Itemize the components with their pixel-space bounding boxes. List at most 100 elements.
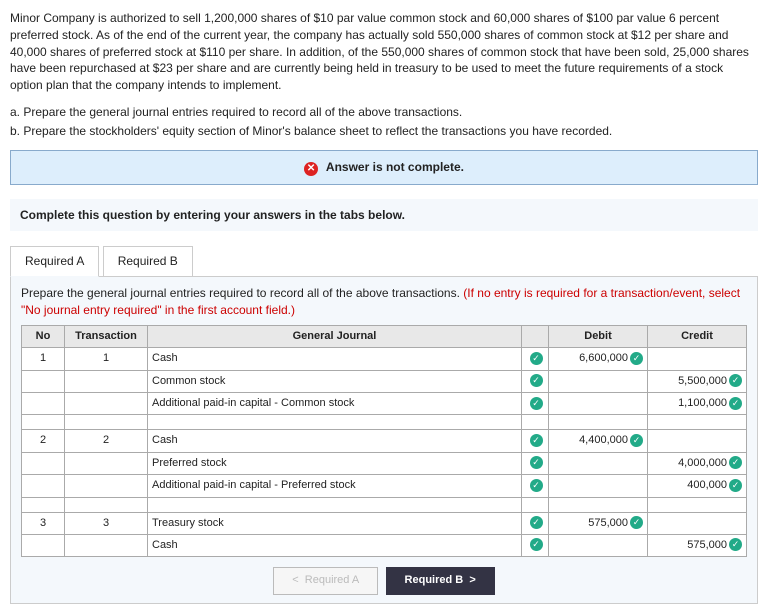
check-icon: ✓ — [729, 456, 742, 469]
cell-check: ✓ — [522, 370, 549, 392]
table-row: Additional paid-in capital - Common stoc… — [22, 392, 747, 414]
cell-debit[interactable]: 6,600,000✓ — [549, 348, 648, 370]
journal-table: No Transaction General Journal Debit Cre… — [21, 325, 747, 558]
cell-check: ✓ — [522, 348, 549, 370]
cell-account[interactable]: Additional paid-in capital - Preferred s… — [148, 475, 522, 497]
nav-next[interactable]: Required B > — [386, 567, 495, 594]
nav-prev-label: Required A — [305, 574, 359, 586]
status-alert: ✕ Answer is not complete. — [10, 150, 758, 185]
nav-buttons: < Required A Required B > — [21, 567, 747, 594]
table-row: 33Treasury stock✓575,000✓ — [22, 512, 747, 534]
cell-txn — [65, 392, 148, 414]
cell-check: ✓ — [522, 534, 549, 556]
cell-account[interactable]: Preferred stock — [148, 452, 522, 474]
check-icon: ✓ — [530, 516, 543, 529]
cell-txn — [65, 534, 148, 556]
cell-no: 2 — [22, 430, 65, 452]
cell-no: 1 — [22, 348, 65, 370]
problem-intro: Minor Company is authorized to sell 1,20… — [10, 10, 758, 94]
table-row: Additional paid-in capital - Preferred s… — [22, 475, 747, 497]
cell-txn: 1 — [65, 348, 148, 370]
cell-debit[interactable]: 4,400,000✓ — [549, 430, 648, 452]
tab-strip: Required A Required B — [10, 245, 758, 276]
col-credit: Credit — [648, 325, 747, 347]
table-row: 11Cash✓6,600,000✓ — [22, 348, 747, 370]
panel-instr-1: Prepare the general journal entries requ… — [21, 286, 463, 300]
cell-debit[interactable] — [549, 452, 648, 474]
cell-account[interactable]: Cash — [148, 534, 522, 556]
cell-credit[interactable]: 5,500,000✓ — [648, 370, 747, 392]
cell-check: ✓ — [522, 452, 549, 474]
check-icon: ✓ — [530, 479, 543, 492]
cell-txn — [65, 370, 148, 392]
cell-no — [22, 370, 65, 392]
check-icon: ✓ — [530, 374, 543, 387]
cell-no: 3 — [22, 512, 65, 534]
cell-txn: 3 — [65, 512, 148, 534]
part-b: b. Prepare the stockholders' equity sect… — [10, 123, 758, 140]
chevron-left-icon: < — [292, 574, 298, 586]
cell-txn: 2 — [65, 430, 148, 452]
col-debit: Debit — [549, 325, 648, 347]
cell-account[interactable]: Cash — [148, 348, 522, 370]
spacer-row — [22, 497, 747, 512]
cell-debit[interactable] — [549, 392, 648, 414]
check-icon: ✓ — [729, 479, 742, 492]
table-row: 22Cash✓4,400,000✓ — [22, 430, 747, 452]
cell-debit[interactable] — [549, 370, 648, 392]
cell-check: ✓ — [522, 430, 549, 452]
nav-prev[interactable]: < Required A — [273, 567, 378, 594]
cell-no — [22, 452, 65, 474]
check-icon: ✓ — [630, 352, 643, 365]
cell-credit[interactable]: 1,100,000✓ — [648, 392, 747, 414]
tab-panel-a: Prepare the general journal entries requ… — [10, 276, 758, 604]
table-row: Common stock✓5,500,000✓ — [22, 370, 747, 392]
tab-required-a[interactable]: Required A — [10, 246, 99, 277]
check-icon: ✓ — [530, 434, 543, 447]
problem-parts: a. Prepare the general journal entries r… — [10, 104, 758, 140]
chevron-right-icon: > — [469, 574, 475, 586]
cell-debit[interactable] — [549, 475, 648, 497]
cell-no — [22, 392, 65, 414]
check-icon: ✓ — [630, 516, 643, 529]
part-a: a. Prepare the general journal entries r… — [10, 104, 758, 121]
cell-credit[interactable]: 400,000✓ — [648, 475, 747, 497]
col-gj: General Journal — [148, 325, 522, 347]
check-icon: ✓ — [729, 374, 742, 387]
cell-txn — [65, 452, 148, 474]
check-icon: ✓ — [530, 397, 543, 410]
cell-account[interactable]: Cash — [148, 430, 522, 452]
error-icon: ✕ — [304, 162, 318, 176]
cell-credit[interactable] — [648, 512, 747, 534]
cell-account[interactable]: Treasury stock — [148, 512, 522, 534]
table-row: Preferred stock✓4,000,000✓ — [22, 452, 747, 474]
cell-credit[interactable] — [648, 430, 747, 452]
cell-debit[interactable]: 575,000✓ — [549, 512, 648, 534]
cell-debit[interactable] — [549, 534, 648, 556]
check-icon: ✓ — [729, 538, 742, 551]
check-icon: ✓ — [729, 397, 742, 410]
cell-txn — [65, 475, 148, 497]
cell-check: ✓ — [522, 512, 549, 534]
cell-account[interactable]: Additional paid-in capital - Common stoc… — [148, 392, 522, 414]
cell-credit[interactable] — [648, 348, 747, 370]
alert-text: Answer is not complete. — [326, 160, 464, 174]
col-txn: Transaction — [65, 325, 148, 347]
check-icon: ✓ — [530, 352, 543, 365]
cell-no — [22, 534, 65, 556]
tab-required-b[interactable]: Required B — [103, 246, 193, 277]
cell-credit[interactable]: 4,000,000✓ — [648, 452, 747, 474]
check-icon: ✓ — [530, 538, 543, 551]
cell-check: ✓ — [522, 475, 549, 497]
cell-account[interactable]: Common stock — [148, 370, 522, 392]
cell-no — [22, 475, 65, 497]
check-icon: ✓ — [630, 434, 643, 447]
spacer-row — [22, 415, 747, 430]
cell-credit[interactable]: 575,000✓ — [648, 534, 747, 556]
nav-next-label: Required B — [405, 574, 464, 586]
col-no: No — [22, 325, 65, 347]
tab-instructions: Complete this question by entering your … — [10, 199, 758, 232]
check-icon: ✓ — [530, 456, 543, 469]
table-row: Cash✓575,000✓ — [22, 534, 747, 556]
cell-check: ✓ — [522, 392, 549, 414]
